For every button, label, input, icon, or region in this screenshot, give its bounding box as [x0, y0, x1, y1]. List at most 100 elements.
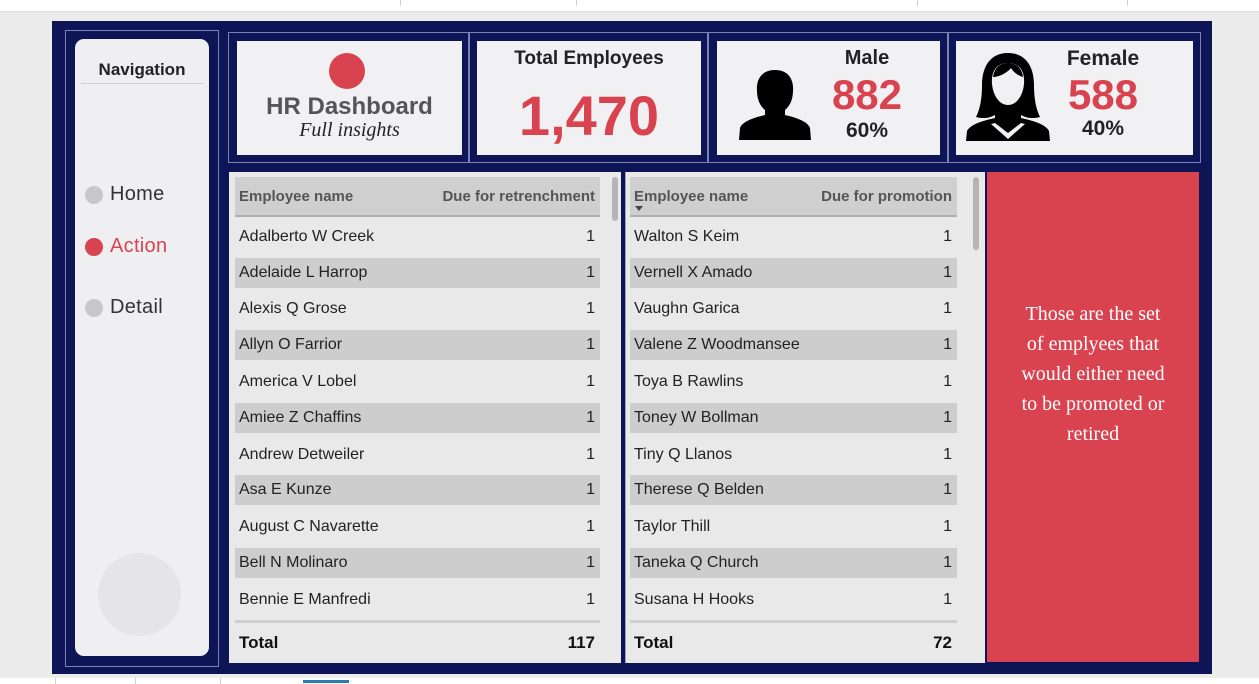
- scrollbar[interactable]: [973, 177, 979, 250]
- table-row[interactable]: Andrew Detweiler 1: [235, 440, 600, 470]
- table-row[interactable]: Therese Q Belden 1: [630, 475, 957, 505]
- value-cell: 1: [943, 228, 952, 245]
- table-row[interactable]: Amiee Z Chaffins 1: [235, 403, 600, 433]
- value-cell: 1: [586, 336, 595, 353]
- employee-name-cell: Valene Z Woodmansee: [634, 336, 800, 353]
- table-row[interactable]: Adalberto W Creek 1: [235, 222, 600, 252]
- nav-bullet-icon: [85, 185, 103, 204]
- column-header-name[interactable]: Employee name: [634, 188, 748, 205]
- table-header: Employee name Due for retrenchment: [235, 177, 600, 217]
- employee-name-cell: Vaughn Garica: [634, 300, 740, 317]
- header-card: HR Dashboard Full insights: [237, 41, 462, 155]
- total-employees-card: Total Employees 1,470: [477, 41, 701, 155]
- sort-descending-icon[interactable]: [635, 206, 643, 211]
- table-row[interactable]: Asa E Kunze 1: [235, 475, 600, 505]
- female-percent: 40%: [1081, 117, 1125, 140]
- total-label: Total: [239, 633, 279, 652]
- table-row[interactable]: America V Lobel 1: [235, 367, 600, 397]
- table-row[interactable]: Susana H Hooks 1: [630, 585, 957, 615]
- value-cell: 1: [943, 336, 952, 353]
- nav-item-home[interactable]: Home: [85, 183, 165, 206]
- note-line: of emplyees that: [1026, 333, 1160, 355]
- table-row[interactable]: Adelaide L Harrop 1: [235, 258, 600, 288]
- page-tab-separator: [55, 678, 56, 684]
- info-note-text: Those are the set of emplyees that would…: [987, 299, 1199, 449]
- table-row[interactable]: Valene Z Woodmansee 1: [630, 330, 957, 360]
- employee-name-cell: America V Lobel: [239, 373, 357, 390]
- value-cell: 1: [943, 373, 952, 390]
- active-page-tab[interactable]: [303, 680, 349, 683]
- table-row[interactable]: Vaughn Garica 1: [630, 294, 957, 324]
- employee-name-cell: August C Navarette: [239, 518, 379, 535]
- female-silhouette-icon: [966, 53, 1050, 141]
- table-row[interactable]: Taylor Thill 1: [630, 512, 957, 542]
- nav-bullet-icon: [85, 298, 103, 317]
- table-row[interactable]: Taneka Q Church 1: [630, 548, 957, 578]
- note-line: would either need: [1021, 363, 1165, 385]
- female-count: 588: [1067, 71, 1139, 118]
- page-subtitle: Full insights: [299, 119, 400, 141]
- nav-item-label: Detail: [110, 296, 163, 318]
- table-row[interactable]: Toya B Rawlins 1: [630, 367, 957, 397]
- value-cell: 1: [943, 554, 952, 571]
- page-tab-separator: [135, 678, 136, 684]
- employee-name-cell: Taylor Thill: [634, 518, 711, 535]
- top-separator: [917, 0, 918, 6]
- table-row[interactable]: Toney W Bollman 1: [630, 403, 957, 433]
- note-line: Those are the set: [1025, 303, 1161, 325]
- column-header-retrenchment[interactable]: Due for retrenchment: [442, 188, 595, 205]
- value-cell: 1: [943, 264, 952, 281]
- nav-circle-button[interactable]: [98, 553, 181, 636]
- female-label: Female: [1066, 47, 1140, 70]
- promotion-table: Employee name Due for promotion Walton S…: [625, 172, 985, 663]
- column-header-promotion[interactable]: Due for promotion: [821, 188, 952, 205]
- table-row[interactable]: Walton S Keim 1: [630, 222, 957, 252]
- bottom-strip: [0, 678, 1259, 684]
- nav-bullet-icon: [85, 237, 103, 256]
- value-cell: 1: [943, 481, 952, 498]
- value-cell: 1: [586, 554, 595, 571]
- navigation-panel: Navigation Home Action Detail: [75, 39, 209, 656]
- table-row[interactable]: Alexis Q Grose 1: [235, 294, 600, 324]
- page-tab-separator: [220, 678, 221, 684]
- column-header-name[interactable]: Employee name: [239, 188, 353, 205]
- table-row[interactable]: Vernell X Amado 1: [630, 258, 957, 288]
- value-cell: 1: [586, 228, 595, 245]
- male-count: 882: [831, 71, 903, 118]
- value-cell: 1: [586, 591, 595, 608]
- nav-item-label: Action: [110, 235, 168, 257]
- employee-name-cell: Toya B Rawlins: [634, 373, 744, 390]
- male-percent: 60%: [845, 119, 889, 142]
- employee-name-cell: Toney W Bollman: [634, 409, 759, 426]
- total-employees-value: 1,470: [518, 84, 660, 147]
- nav-item-detail[interactable]: Detail: [85, 296, 163, 319]
- logo-dot-icon: [329, 53, 365, 89]
- table-header: Employee name Due for promotion: [630, 177, 957, 217]
- note-line: retired: [1066, 423, 1120, 445]
- table-row[interactable]: August C Navarette 1: [235, 512, 600, 542]
- total-value: 72: [933, 633, 952, 652]
- table-row[interactable]: Allyn O Farrior 1: [235, 330, 600, 360]
- value-cell: 1: [943, 591, 952, 608]
- value-cell: 1: [943, 518, 952, 535]
- value-cell: 1: [586, 300, 595, 317]
- male-label: Male: [844, 47, 890, 69]
- value-cell: 1: [586, 518, 595, 535]
- male-card: Male 882 60%: [717, 41, 940, 155]
- page-title: HR Dashboard: [266, 93, 433, 120]
- table-total-row: Total 117: [235, 620, 600, 663]
- top-separator: [400, 0, 401, 6]
- top-separator: [576, 0, 577, 6]
- scrollbar[interactable]: [612, 177, 618, 221]
- table-row[interactable]: Bell N Molinaro 1: [235, 548, 600, 578]
- female-card: Female 588 40%: [956, 41, 1193, 155]
- employee-name-cell: Tiny Q Llanos: [634, 446, 733, 463]
- nav-item-action[interactable]: Action: [85, 235, 167, 258]
- table-row[interactable]: Bennie E Manfredi 1: [235, 585, 600, 615]
- navigation-title: Navigation: [98, 60, 186, 79]
- employee-name-cell: Bell N Molinaro: [239, 554, 348, 571]
- employee-name-cell: Therese Q Belden: [634, 481, 764, 498]
- employee-name-cell: Bennie E Manfredi: [239, 591, 371, 608]
- table-row[interactable]: Tiny Q Llanos 1: [630, 440, 957, 470]
- value-cell: 1: [586, 446, 595, 463]
